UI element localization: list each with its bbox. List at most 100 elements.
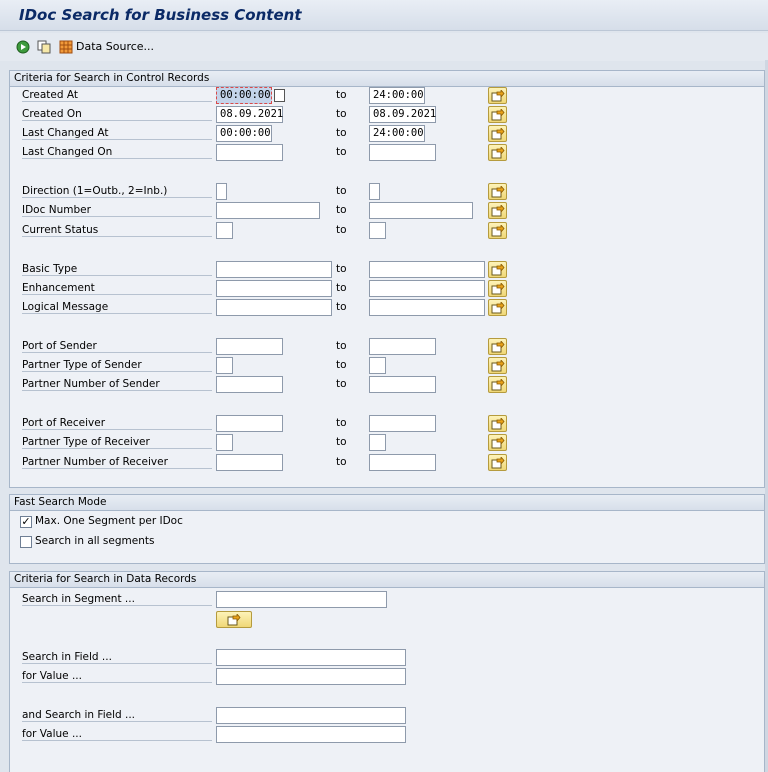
search-all-segments-label: Search in all segments	[35, 535, 155, 547]
basic-type-label: Basic Type	[22, 263, 212, 276]
direction-1-outb-2-inb-to-label: to	[336, 185, 347, 197]
current-status-to-input[interactable]	[369, 222, 386, 239]
multiple-selection-icon	[491, 457, 505, 469]
application-toolbar: Data Source...	[0, 33, 768, 61]
partner-number-of-sender-to-label: to	[336, 378, 347, 390]
logical-message-multiple-selection-button[interactable]	[488, 299, 507, 316]
created-at-to-input[interactable]: 24:00:00	[369, 87, 425, 104]
logical-message-to-label: to	[336, 301, 347, 313]
and-search-field-input[interactable]	[216, 707, 406, 724]
partner-type-of-receiver-label: Partner Type of Receiver	[22, 436, 212, 449]
search-all-segments-checkbox[interactable]	[20, 536, 32, 548]
basic-type-to-label: to	[336, 263, 347, 275]
idoc-number-multiple-selection-button[interactable]	[488, 202, 507, 219]
value-help-icon[interactable]	[274, 89, 285, 102]
segment-select-button[interactable]	[216, 611, 252, 628]
multiple-selection-icon	[491, 90, 505, 102]
direction-1-outb-2-inb-from-input[interactable]	[216, 183, 227, 200]
partner-number-of-sender-from-input[interactable]	[216, 376, 283, 393]
current-status-from-input[interactable]	[216, 222, 233, 239]
enhancement-label: Enhancement	[22, 282, 212, 295]
enhancement-multiple-selection-button[interactable]	[488, 280, 507, 297]
search-field-input[interactable]	[216, 649, 406, 666]
port-of-receiver-from-input[interactable]	[216, 415, 283, 432]
logical-message-from-input[interactable]	[216, 299, 332, 316]
multiple-selection-icon	[491, 437, 505, 449]
idoc-number-from-input[interactable]	[216, 202, 320, 219]
second-for-value-input[interactable]	[216, 726, 406, 743]
partner-number-of-receiver-multiple-selection-button[interactable]	[488, 454, 507, 471]
data-source-button[interactable]: Data Source...	[76, 40, 154, 53]
multiple-selection-icon	[491, 379, 505, 391]
and-search-field-label: and Search in Field ...	[22, 709, 212, 722]
partner-type-of-sender-to-input[interactable]	[369, 357, 386, 374]
partner-number-of-sender-to-input[interactable]	[369, 376, 436, 393]
max-one-segment-checkbox[interactable]: ✓	[20, 516, 32, 528]
basic-type-from-input[interactable]	[216, 261, 332, 278]
port-of-sender-to-input[interactable]	[369, 338, 436, 355]
created-at-from-input[interactable]: 00:00:00	[216, 87, 272, 104]
search-field-label: Search in Field ...	[22, 651, 212, 664]
created-at-label: Created At	[22, 89, 212, 102]
last-changed-at-from-input[interactable]: 00:00:00	[216, 125, 272, 142]
port-of-receiver-to-input[interactable]	[369, 415, 436, 432]
last-changed-at-multiple-selection-button[interactable]	[488, 125, 507, 142]
port-of-receiver-multiple-selection-button[interactable]	[488, 415, 507, 432]
control-records-header: Criteria for Search in Control Records	[10, 71, 764, 87]
multiple-selection-icon	[491, 147, 505, 159]
basic-type-to-input[interactable]	[369, 261, 485, 278]
partner-type-of-sender-multiple-selection-button[interactable]	[488, 357, 507, 374]
port-of-sender-from-input[interactable]	[216, 338, 283, 355]
current-status-multiple-selection-button[interactable]	[488, 222, 507, 239]
last-changed-at-to-input[interactable]: 24:00:00	[369, 125, 425, 142]
partner-number-of-sender-multiple-selection-button[interactable]	[488, 376, 507, 393]
enhancement-to-label: to	[336, 282, 347, 294]
partner-type-of-sender-to-label: to	[336, 359, 347, 371]
partner-type-of-sender-from-input[interactable]	[216, 357, 233, 374]
multiple-selection-icon	[491, 283, 505, 295]
partner-type-of-receiver-from-input[interactable]	[216, 434, 233, 451]
partner-number-of-receiver-to-input[interactable]	[369, 454, 436, 471]
created-on-to-label: to	[336, 108, 347, 120]
port-of-sender-multiple-selection-button[interactable]	[488, 338, 507, 355]
port-of-receiver-to-label: to	[336, 417, 347, 429]
logical-message-to-input[interactable]	[369, 299, 485, 316]
created-at-multiple-selection-button[interactable]	[488, 87, 507, 104]
partner-type-of-receiver-multiple-selection-button[interactable]	[488, 434, 507, 451]
enhancement-from-input[interactable]	[216, 280, 332, 297]
for-value-input[interactable]	[216, 668, 406, 685]
last-changed-on-to-label: to	[336, 146, 347, 158]
direction-1-outb-2-inb-multiple-selection-button[interactable]	[488, 183, 507, 200]
title-bar: IDoc Search for Business Content	[0, 0, 768, 31]
partner-number-of-receiver-from-input[interactable]	[216, 454, 283, 471]
created-on-from-input[interactable]: 08.09.2021	[216, 106, 283, 123]
partner-type-of-receiver-to-input[interactable]	[369, 434, 386, 451]
direction-1-outb-2-inb-to-input[interactable]	[369, 183, 380, 200]
created-on-to-input[interactable]: 08.09.2021	[369, 106, 436, 123]
created-on-multiple-selection-button[interactable]	[488, 106, 507, 123]
basic-type-multiple-selection-button[interactable]	[488, 261, 507, 278]
last-changed-on-from-input[interactable]	[216, 144, 283, 161]
last-changed-on-to-input[interactable]	[369, 144, 436, 161]
multiple-selection-icon	[491, 186, 505, 198]
direction-1-outb-2-inb-label: Direction (1=Outb., 2=Inb.)	[22, 185, 212, 198]
last-changed-on-label: Last Changed On	[22, 146, 212, 159]
search-segment-input[interactable]	[216, 591, 387, 608]
multiple-selection-icon	[491, 341, 505, 353]
max-one-segment-label: Max. One Segment per IDoc	[35, 515, 183, 527]
partner-type-of-receiver-to-label: to	[336, 436, 347, 448]
enhancement-to-input[interactable]	[369, 280, 485, 297]
current-status-to-label: to	[336, 224, 347, 236]
fast-search-group: Fast Search Mode	[9, 494, 765, 564]
port-of-receiver-label: Port of Receiver	[22, 417, 212, 430]
last-changed-on-multiple-selection-button[interactable]	[488, 144, 507, 161]
execute-icon[interactable]	[16, 40, 30, 54]
idoc-number-to-input[interactable]	[369, 202, 473, 219]
window-title: IDoc Search for Business Content	[19, 6, 302, 24]
multiple-selection-icon	[491, 205, 505, 217]
last-changed-at-to-label: to	[336, 127, 347, 139]
multiple-selection-icon	[491, 128, 505, 140]
multiple-selection-icon	[491, 302, 505, 314]
table-icon[interactable]	[59, 40, 73, 54]
copy-icon[interactable]	[37, 40, 51, 54]
